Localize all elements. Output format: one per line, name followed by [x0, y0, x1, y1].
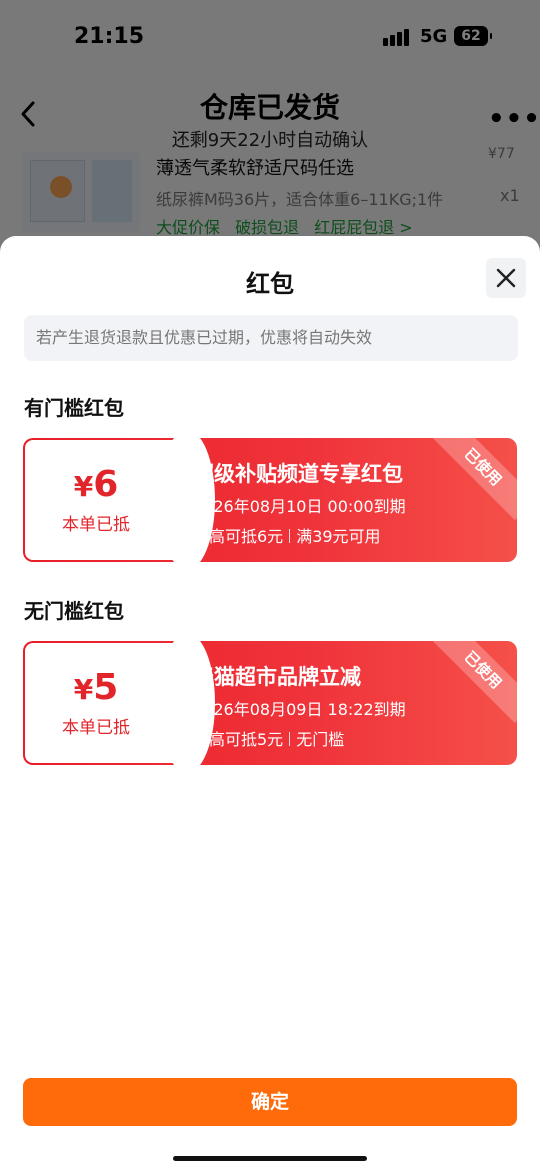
sheet-title: 红包 [246, 270, 294, 298]
coupon-name: 超级补贴频道专享红包 [193, 462, 403, 486]
coupon-amount: ¥6 [73, 464, 119, 505]
red-packet-sheet: 红包 若产生退货退款且优惠已过期，优惠将自动失效 有门槛红包 ¥6 本单已抵 超… [0, 236, 540, 1170]
confirm-button[interactable]: 确定 [23, 1078, 517, 1126]
section-title-no-threshold: 无门槛红包 [24, 599, 124, 623]
coupon-amount: ¥5 [73, 667, 119, 708]
coupon-expiry: 2026年08月10日 00:00到期 [193, 497, 406, 516]
coupon-expiry: 2026年08月09日 18:22到期 [193, 700, 406, 719]
expiry-notice: 若产生退货退款且优惠已过期，优惠将自动失效 [24, 315, 518, 361]
home-indicator[interactable] [173, 1156, 367, 1161]
coupon-rule: 最高可抵6元 满39元可用 [193, 527, 381, 546]
coupon-rule: 最高可抵5元 无门槛 [193, 730, 345, 749]
close-button[interactable] [486, 258, 526, 298]
section-title-threshold: 有门槛红包 [24, 396, 124, 420]
used-stamp: 已使用 [429, 641, 517, 724]
used-stamp: 已使用 [429, 438, 517, 521]
coupon-applied-note: 本单已抵 [62, 515, 130, 535]
coupon-name: 天猫超市品牌立减 [193, 665, 361, 689]
coupon-applied-note: 本单已抵 [62, 718, 130, 738]
coupon-card[interactable]: ¥5 本单已抵 天猫超市品牌立减 2026年08月09日 18:22到期 最高可… [23, 641, 517, 765]
coupon-card[interactable]: ¥6 本单已抵 超级补贴频道专享红包 2026年08月10日 00:00到期 最… [23, 438, 517, 562]
